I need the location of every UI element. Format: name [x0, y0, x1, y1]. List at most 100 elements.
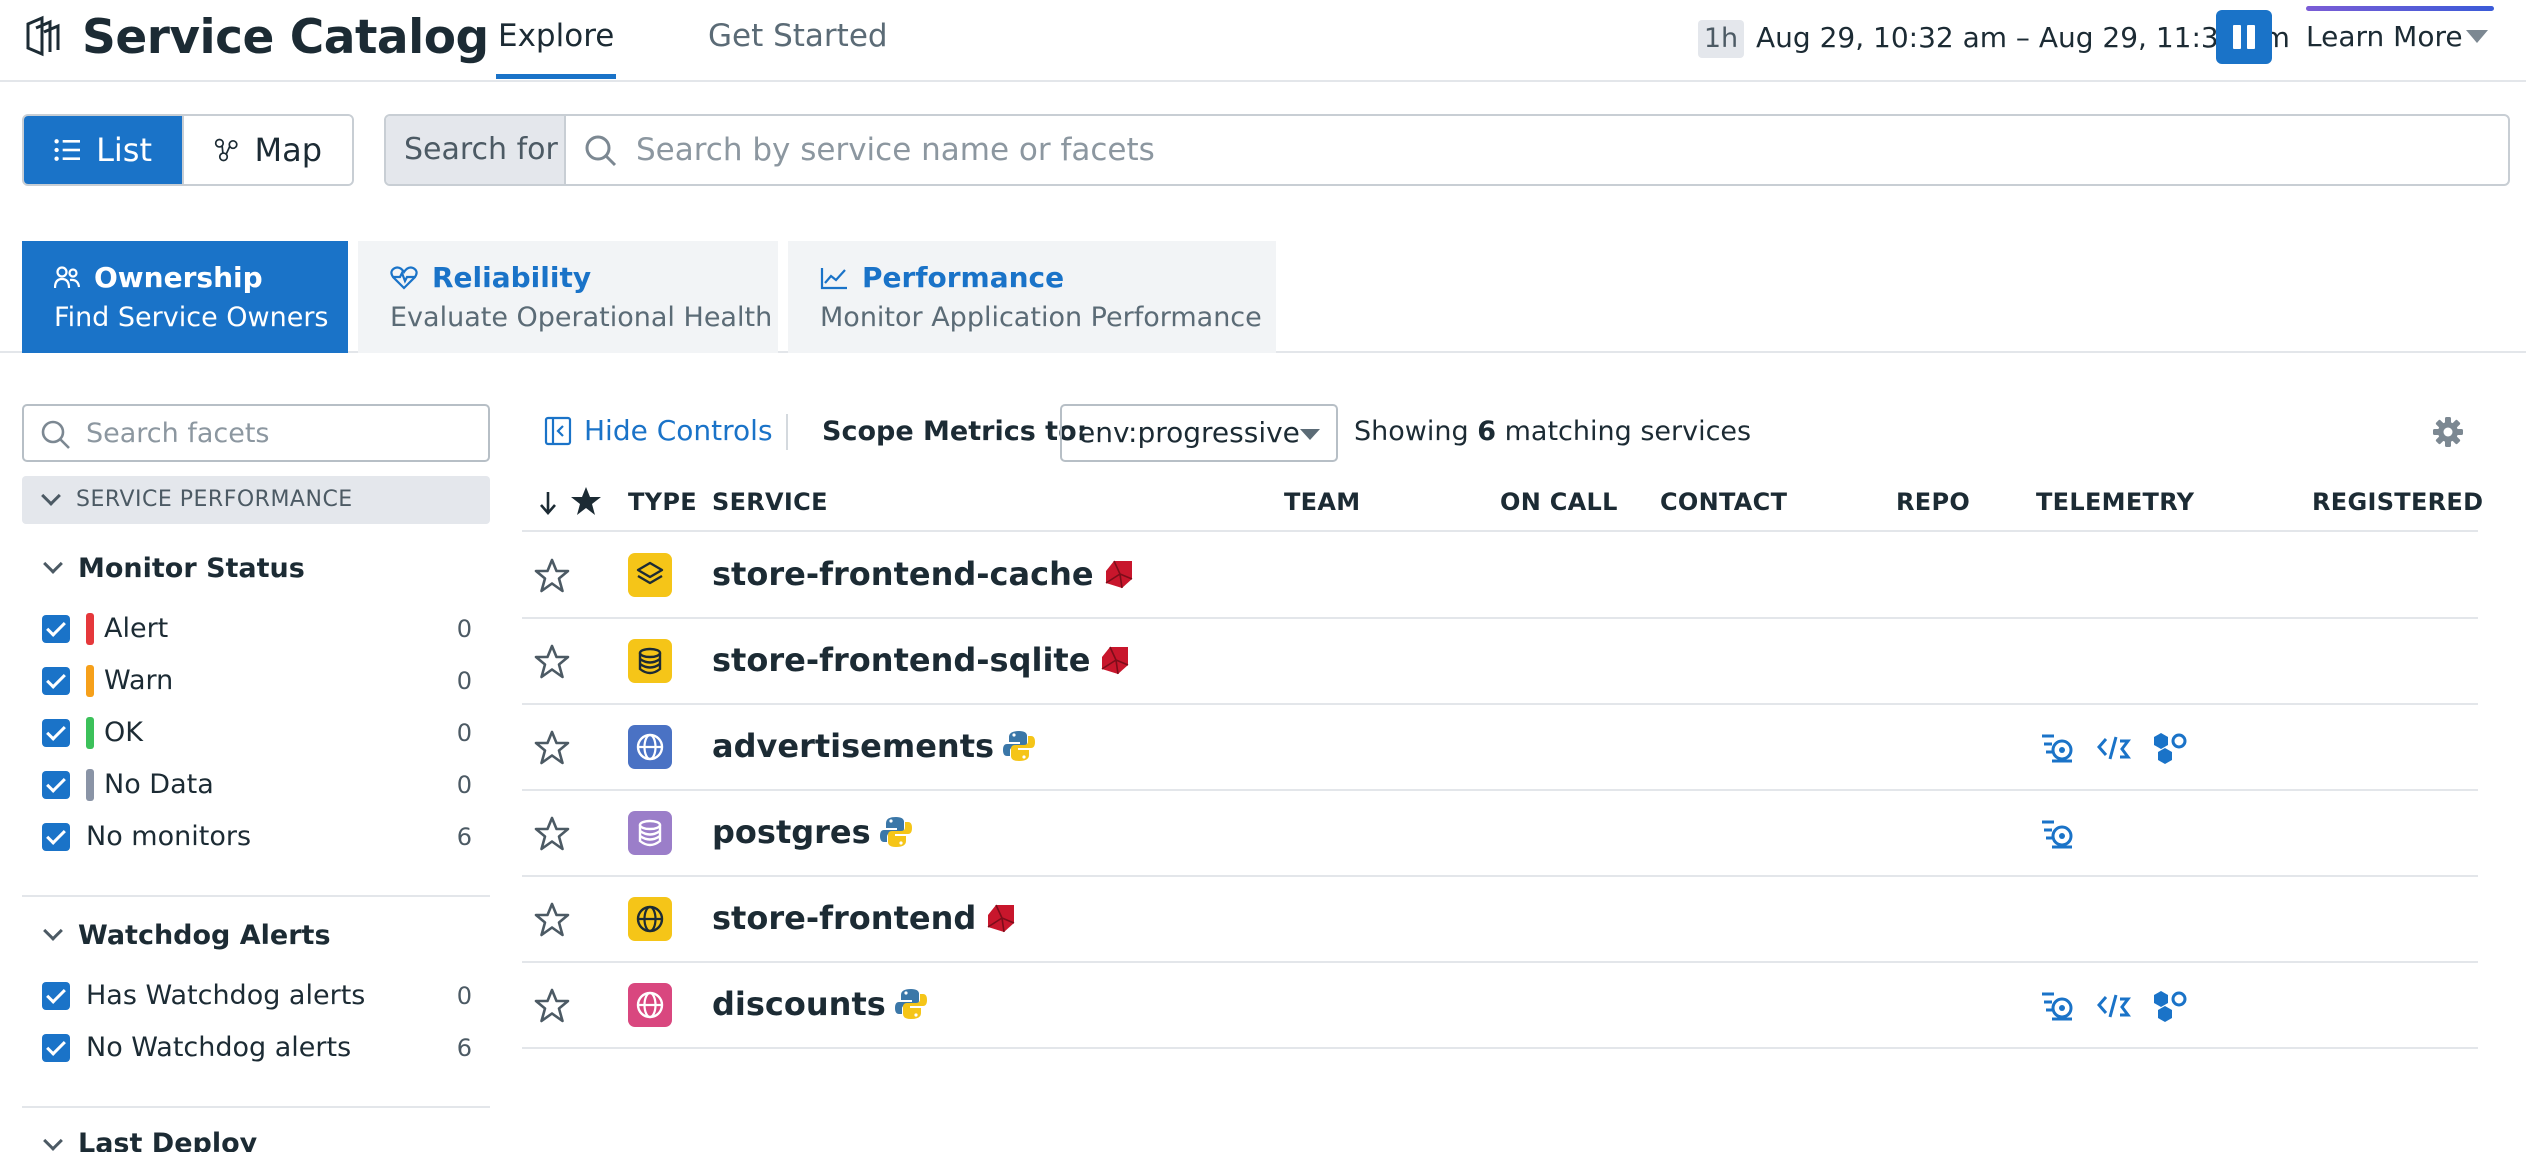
hide-controls-button[interactable]: Hide Controls [544, 414, 773, 447]
column-contact[interactable]: CONTACT [1660, 488, 1787, 516]
time-range-picker[interactable]: Aug 29, 10:32 am – Aug 29, 11:32 am [1756, 21, 2290, 54]
table-row[interactable]: advertisements [522, 705, 2478, 791]
tab-performance-desc: Monitor Application Performance [820, 302, 1262, 333]
table-row[interactable]: store-frontend [522, 877, 2478, 963]
chevron-down-icon[interactable] [43, 1131, 63, 1151]
last-deploy-title[interactable]: Last Deploy [78, 1128, 257, 1152]
service-link[interactable]: advertisements [712, 727, 1036, 765]
category-tabs: Ownership Find Service Owners Reliabilit… [0, 241, 2526, 353]
learn-more-button[interactable]: Learn More [2306, 20, 2463, 53]
ruby-icon [1101, 646, 1129, 675]
apm-traces-icon[interactable] [2040, 817, 2076, 851]
column-type[interactable]: TYPE [628, 488, 697, 516]
chevron-down-icon[interactable] [2466, 30, 2488, 43]
tab-get-started[interactable]: Get Started [708, 18, 888, 54]
star-outline-icon[interactable] [532, 557, 572, 595]
service-performance-section[interactable]: SERVICE PERFORMANCE [22, 476, 490, 524]
service-link[interactable]: store-frontend-sqlite [712, 641, 1132, 679]
checkbox[interactable] [42, 1034, 70, 1062]
profiler-icon[interactable] [2096, 731, 2132, 765]
facet-no-monitors[interactable]: No monitors 6 [42, 817, 472, 857]
facet-search-input[interactable] [86, 406, 476, 460]
time-window-badge[interactable]: 1h [1698, 20, 1744, 58]
checkbox[interactable] [42, 615, 70, 643]
table-row[interactable]: discounts [522, 963, 2478, 1049]
service-search-bar: Search for [384, 114, 2510, 186]
chevron-down-icon[interactable] [43, 921, 63, 941]
divider [22, 1106, 490, 1108]
showing-suffix: matching services [1504, 416, 1752, 447]
service-link[interactable]: store-frontend [712, 899, 1018, 937]
list-view-label: List [96, 131, 152, 169]
infrastructure-icon[interactable] [2152, 731, 2188, 765]
list-view-button[interactable]: List [24, 116, 182, 184]
tab-ownership-name: Ownership [94, 261, 263, 294]
checkbox[interactable] [42, 719, 70, 747]
table-row[interactable]: postgres [522, 791, 2478, 877]
facet-no-watchdog[interactable]: No Watchdog alerts 6 [42, 1028, 472, 1068]
service-link[interactable]: postgres [712, 813, 913, 851]
tab-performance-name: Performance [862, 261, 1065, 294]
column-on-call[interactable]: ON CALL [1500, 488, 1618, 516]
tab-performance[interactable]: Performance Monitor Application Performa… [788, 241, 1276, 353]
column-registered[interactable]: REGISTERED [2312, 488, 2483, 516]
showing-prefix: Showing [1354, 416, 1469, 447]
apm-traces-icon[interactable] [2040, 731, 2076, 765]
learn-more-accent [2306, 6, 2494, 11]
tab-reliability[interactable]: Reliability Evaluate Operational Health [358, 241, 778, 353]
facet-alert[interactable]: Alert 0 [42, 609, 472, 649]
tab-ownership-desc: Find Service Owners [54, 302, 329, 333]
service-name: store-frontend-cache [712, 555, 1094, 593]
facet-no-data[interactable]: No Data 0 [42, 765, 472, 805]
facet-count: 0 [456, 615, 472, 643]
star-outline-icon[interactable] [532, 901, 572, 939]
sort-desc-icon[interactable] [538, 490, 558, 516]
facet-has-watchdog[interactable]: Has Watchdog alerts 0 [42, 976, 472, 1016]
star-outline-icon[interactable] [532, 815, 572, 853]
service-link[interactable]: store-frontend-cache [712, 555, 1136, 593]
facet-ok[interactable]: OK 0 [42, 713, 472, 753]
top-header: Service Catalog Explore Get Started 1h A… [0, 0, 2526, 82]
facet-warn[interactable]: Warn 0 [42, 661, 472, 701]
profiler-icon[interactable] [2096, 989, 2132, 1023]
table-row[interactable]: store-frontend-cache [522, 533, 2478, 619]
scope-metrics-select[interactable]: env:progressive [1060, 404, 1338, 462]
watchdog-alerts-title[interactable]: Watchdog Alerts [78, 920, 331, 951]
facet-label: No Data [104, 769, 214, 800]
tab-ownership[interactable]: Ownership Find Service Owners [22, 241, 348, 353]
status-color-bar [86, 717, 94, 749]
section-label: SERVICE PERFORMANCE [76, 487, 353, 512]
star-filled-icon[interactable] [570, 486, 602, 516]
checkbox[interactable] [42, 771, 70, 799]
checkbox[interactable] [42, 667, 70, 695]
scope-metrics-value: env:progressive [1078, 416, 1300, 449]
service-search-input[interactable] [636, 116, 2496, 184]
service-link[interactable]: discounts [712, 985, 928, 1023]
pause-button[interactable] [2216, 10, 2272, 64]
gear-icon[interactable] [2432, 416, 2464, 448]
column-telemetry[interactable]: TELEMETRY [2036, 488, 2194, 516]
monitor-status-title[interactable]: Monitor Status [78, 553, 305, 584]
status-color-bar [86, 613, 94, 645]
column-service[interactable]: SERVICE [712, 488, 828, 516]
divider [786, 414, 788, 450]
facet-count: 0 [456, 771, 472, 799]
star-outline-icon[interactable] [532, 643, 572, 681]
apm-traces-icon[interactable] [2040, 989, 2076, 1023]
column-repo[interactable]: REPO [1896, 488, 1970, 516]
infrastructure-icon[interactable] [2152, 989, 2188, 1023]
tab-explore[interactable]: Explore [496, 18, 617, 79]
column-team[interactable]: TEAM [1284, 488, 1360, 516]
map-view-button[interactable]: Map [182, 116, 352, 184]
map-view-label: Map [254, 131, 322, 169]
checkbox[interactable] [42, 982, 70, 1010]
star-outline-icon[interactable] [532, 987, 572, 1025]
star-outline-icon[interactable] [532, 729, 572, 767]
chevron-down-icon[interactable] [43, 554, 63, 574]
table-row[interactable]: store-frontend-sqlite [522, 619, 2478, 705]
tab-reliability-desc: Evaluate Operational Health [390, 302, 773, 333]
checkbox[interactable] [42, 823, 70, 851]
hide-controls-label: Hide Controls [584, 414, 773, 447]
tab-explore-label: Explore [498, 18, 615, 54]
active-tab-indicator [496, 74, 617, 79]
